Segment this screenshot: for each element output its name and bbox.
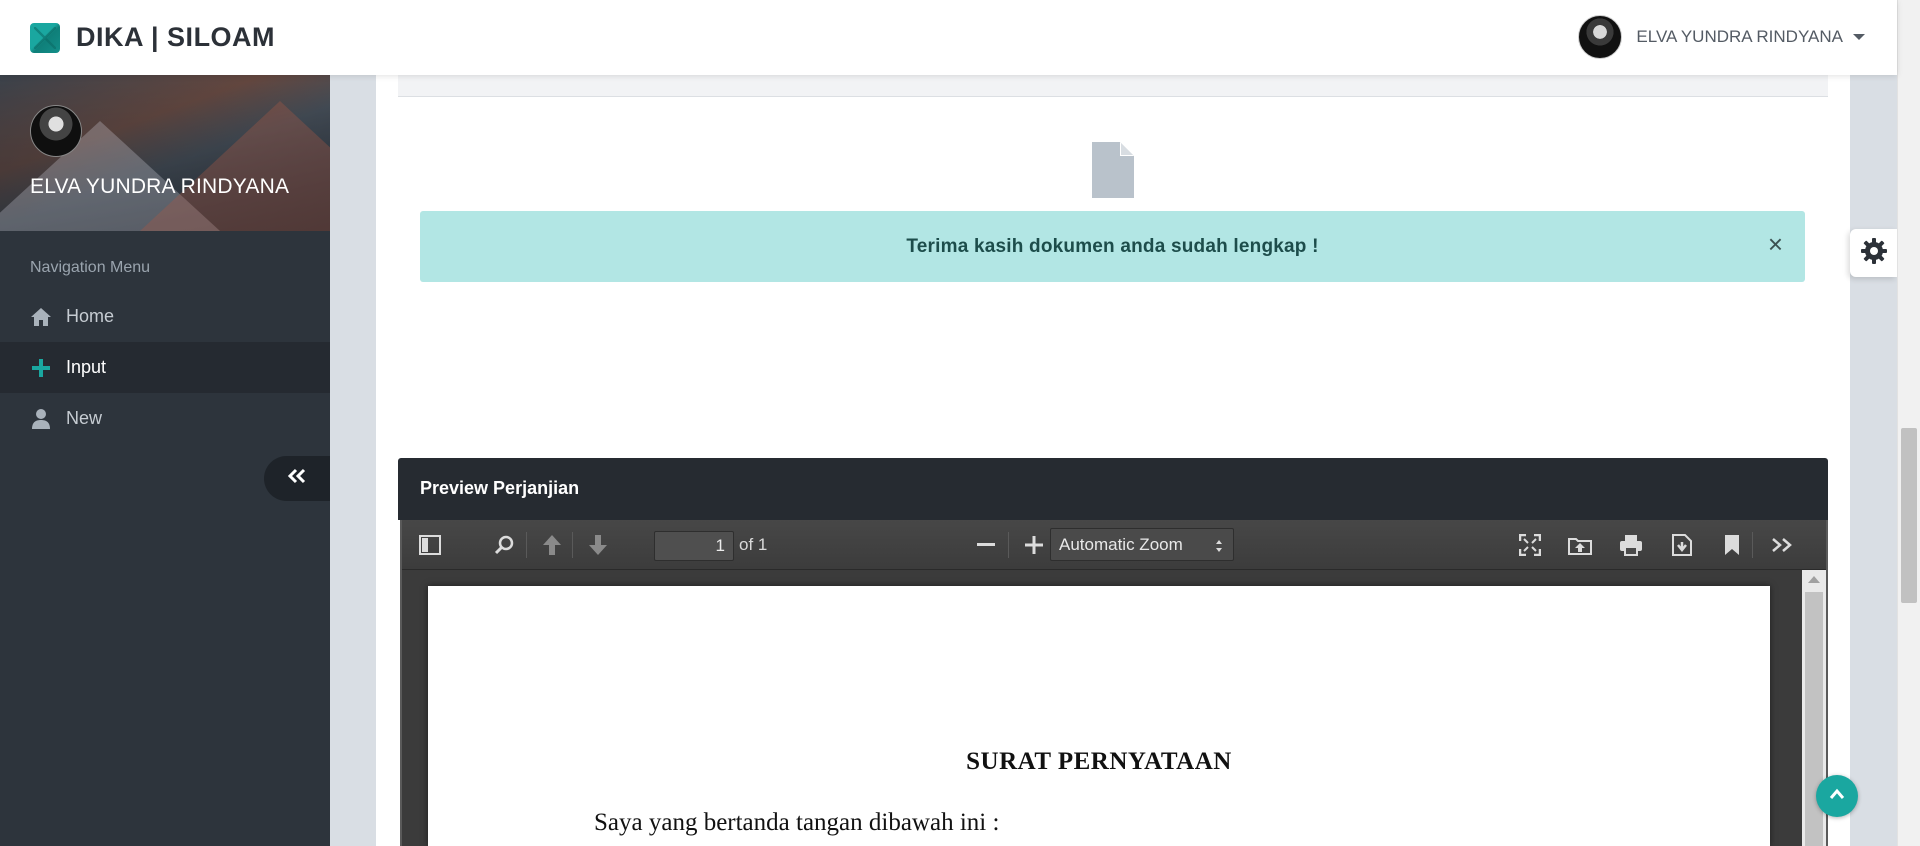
user-name: ELVA YUNDRA RINDYANA (1636, 27, 1843, 46)
brand-title: DIKA | SILOAM (76, 22, 276, 52)
print-icon[interactable] (1617, 532, 1645, 558)
avatar (1578, 15, 1623, 59)
page-scrollbar[interactable] (1897, 0, 1920, 846)
gear-icon (1860, 237, 1887, 269)
preview-title: Preview Perjanjian (420, 478, 580, 498)
toolbar-separator (572, 532, 573, 558)
profile-avatar[interactable] (30, 105, 82, 157)
sidebar-item-label: Home (66, 306, 115, 326)
pdf-toolbar: of 1 Automatic Zoom (402, 520, 1826, 570)
pdf-viewer: of 1 Automatic Zoom (400, 520, 1828, 846)
toolbar-separator (1008, 532, 1009, 558)
open-file-icon[interactable] (1566, 532, 1594, 558)
page-count: of 1 (739, 535, 768, 554)
plus-icon (30, 357, 52, 379)
sidebar-collapse-button[interactable] (264, 456, 330, 501)
back-to-top-button[interactable] (1816, 775, 1858, 817)
next-page-icon[interactable] (584, 532, 612, 558)
bookmark-icon[interactable] (1718, 532, 1746, 558)
previous-page-icon[interactable] (538, 532, 566, 558)
caret-down-icon (1853, 34, 1865, 40)
zoom-select[interactable]: Automatic Zoom (1050, 528, 1234, 561)
main-card: Terima kasih dokumen anda sudah lengkap … (376, 75, 1850, 846)
page-number-input[interactable] (654, 531, 734, 561)
more-tools-icon[interactable] (1768, 532, 1796, 558)
sidebar-toggle-icon[interactable] (416, 532, 444, 558)
home-icon (30, 306, 52, 328)
card-divider (398, 75, 1828, 97)
alert-message: Terima kasih dokumen anda sudah lengkap … (906, 235, 1319, 257)
presentation-mode-icon[interactable] (1516, 532, 1544, 558)
brand[interactable]: DIKA | SILOAM (30, 22, 275, 53)
page-scrollbar-thumb[interactable] (1901, 428, 1917, 603)
search-icon[interactable] (490, 532, 518, 558)
sidebar-item-label: Input (66, 357, 107, 377)
sidebar-item-home[interactable]: Home (0, 291, 330, 342)
file-icon (1092, 142, 1134, 203)
user-icon (30, 408, 52, 430)
top-header: DIKA | SILOAM ELVA YUNDRA RINDYANA (0, 0, 1897, 75)
document-title: SURAT PERNYATAAN (966, 748, 1232, 775)
toolbar-separator (526, 532, 527, 558)
zoom-in-icon[interactable] (1020, 532, 1048, 558)
profile-name: ELVA YUNDRA RINDYANA (30, 175, 290, 198)
close-icon[interactable]: × (1768, 231, 1783, 257)
pdf-page-area[interactable]: SURAT PERNYATAAN Saya yang bertanda tang… (402, 570, 1802, 846)
profile-background-peak (140, 101, 330, 231)
preview-header: Preview Perjanjian (398, 458, 1828, 520)
toolbar-separator (1752, 532, 1753, 558)
user-menu[interactable]: ELVA YUNDRA RINDYANA (1578, 15, 1865, 59)
scroll-up-arrow-icon[interactable] (1808, 576, 1820, 583)
chevron-up-icon (1829, 787, 1845, 805)
sidebar-profile: ELVA YUNDRA RINDYANA (0, 75, 330, 231)
settings-button[interactable] (1850, 229, 1897, 277)
nav-title: Navigation Menu (30, 259, 151, 276)
brand-logo-icon (30, 22, 60, 53)
zoom-out-icon[interactable] (972, 532, 1000, 558)
sidebar-item-new[interactable]: New (0, 393, 330, 444)
double-chevron-left-icon (287, 468, 307, 489)
sidebar-item-label: New (66, 408, 103, 428)
zoom-value: Automatic Zoom (1059, 534, 1183, 554)
success-alert: Terima kasih dokumen anda sudah lengkap … (420, 211, 1805, 282)
select-arrows-icon (1215, 538, 1223, 558)
pdf-page: SURAT PERNYATAAN Saya yang bertanda tang… (428, 586, 1770, 846)
document-text-line: Saya yang bertanda tangan dibawah ini : (594, 809, 1000, 836)
download-icon[interactable] (1668, 532, 1696, 558)
sidebar-item-input[interactable]: Input (0, 342, 330, 393)
